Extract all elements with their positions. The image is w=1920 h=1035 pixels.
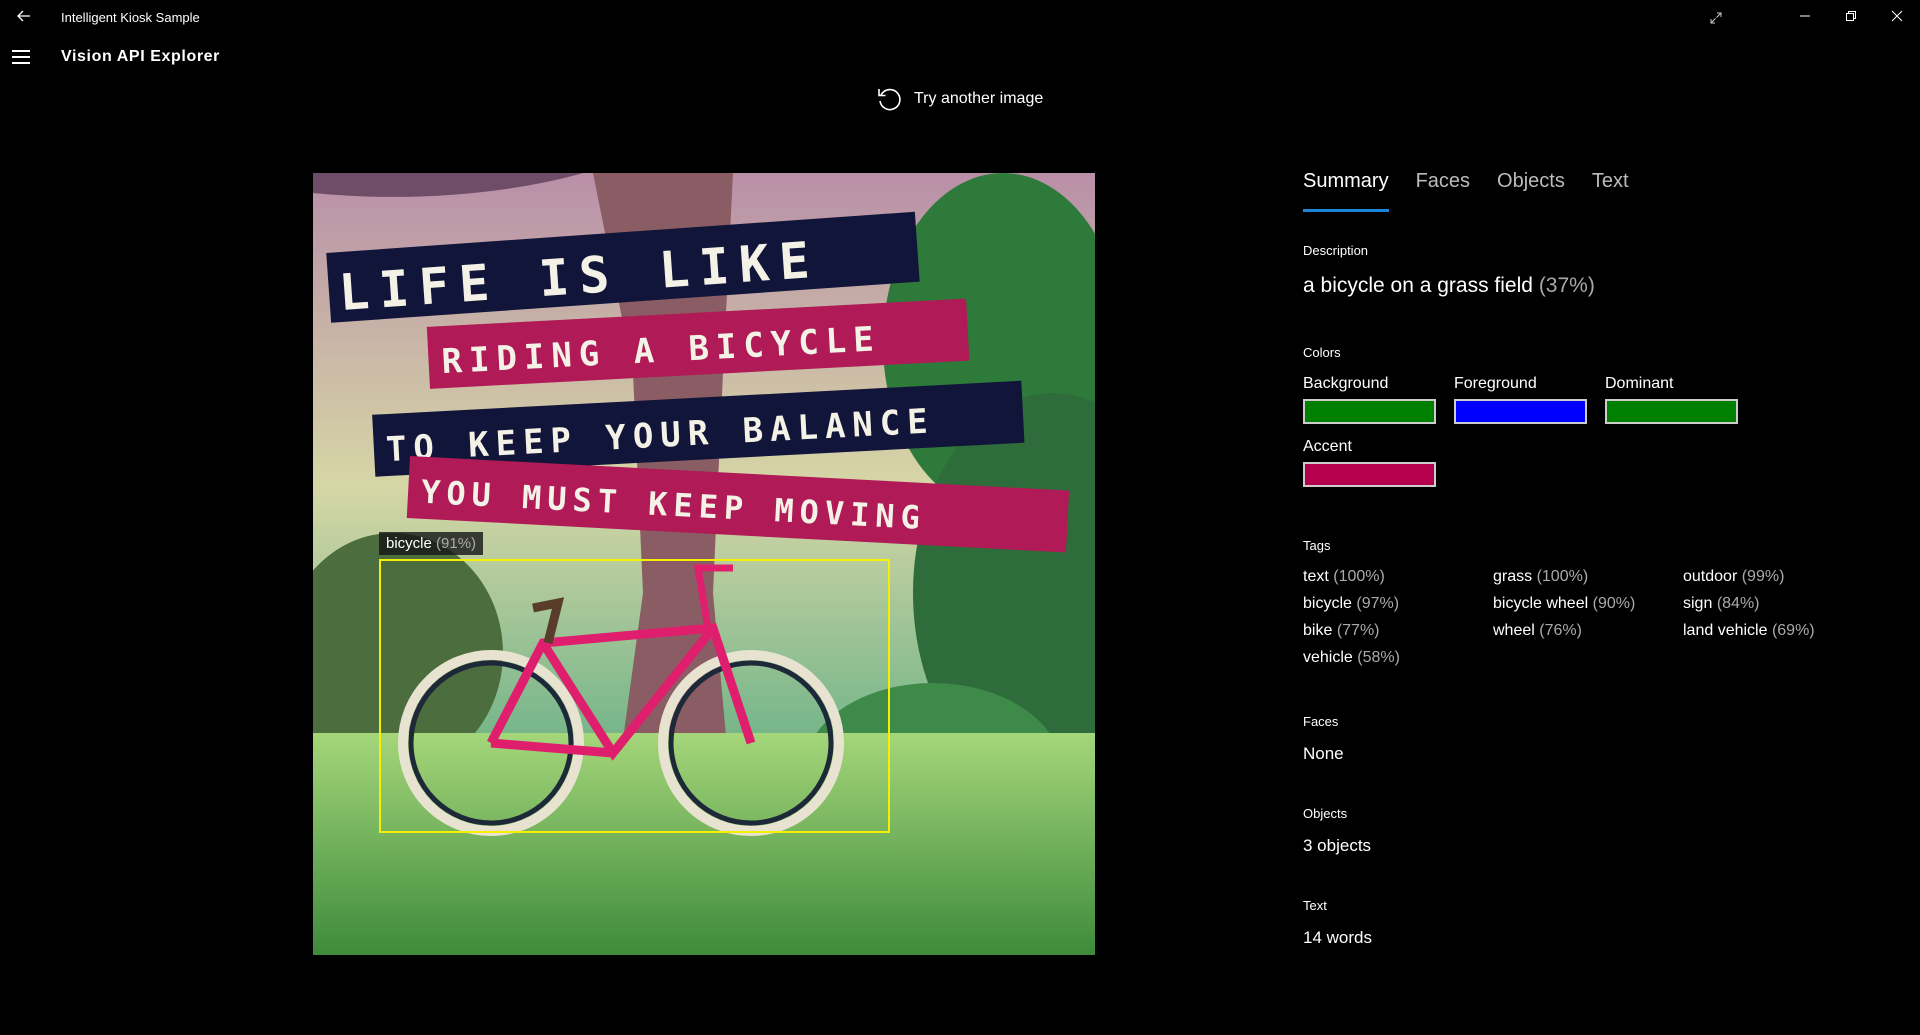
tag-item: text (100%) [1303, 568, 1385, 585]
page-title: Vision API Explorer [61, 48, 221, 65]
color-foreground: Foreground [1454, 375, 1587, 424]
color-background: Background [1303, 375, 1436, 424]
close-button[interactable] [1874, 0, 1920, 32]
refresh-icon [878, 88, 901, 111]
color-swatch [1605, 399, 1738, 424]
tag-item: bicycle wheel (90%) [1493, 595, 1636, 612]
nav-bar: Vision API Explorer [0, 40, 600, 76]
tag-item: bicycle (97%) [1303, 595, 1400, 612]
description-text: a bicycle on a grass field (37%) [1303, 274, 1595, 297]
restore-button[interactable] [1828, 0, 1874, 32]
description-heading: Description [1303, 243, 1369, 258]
window-controls [1782, 0, 1920, 32]
tag-item: grass (100%) [1493, 568, 1589, 585]
tag-item: wheel (76%) [1493, 622, 1582, 639]
restore-icon [1846, 11, 1856, 21]
try-another-image-label: Try another image [914, 90, 1044, 107]
color-swatch [1303, 399, 1436, 424]
color-swatch [1303, 462, 1436, 487]
tag-item: outdoor (99%) [1683, 568, 1785, 585]
results-panel: Summary Faces Objects Text Description a… [1303, 170, 1863, 947]
tag-item: bike (77%) [1303, 622, 1380, 639]
full-screen-button[interactable] [1704, 6, 1728, 30]
minimize-button[interactable] [1782, 0, 1828, 32]
text-heading: Text [1303, 898, 1327, 913]
color-name: Accent [1303, 438, 1352, 455]
tag-item: land vehicle (69%) [1683, 622, 1815, 639]
tab-text[interactable]: Text [1592, 170, 1629, 212]
color-swatch [1454, 399, 1587, 424]
back-button[interactable] [12, 4, 36, 28]
color-name: Background [1303, 375, 1389, 392]
detected-object-label: bicycle (91%) [379, 532, 484, 555]
tag-item: vehicle (58%) [1303, 649, 1400, 666]
expand-icon [1710, 12, 1722, 24]
faces-value: None [1303, 744, 1344, 763]
hamburger-menu-icon[interactable] [12, 50, 32, 66]
objects-value: 3 objects [1303, 836, 1372, 855]
detected-object-box[interactable] [379, 559, 890, 833]
color-name: Dominant [1605, 375, 1674, 392]
minimize-icon [1800, 15, 1810, 17]
results-tabs: Summary Faces Objects Text [1303, 170, 1863, 212]
tab-faces[interactable]: Faces [1416, 170, 1470, 212]
try-another-image-button[interactable]: Try another image [876, 86, 1043, 112]
faces-heading: Faces [1303, 714, 1339, 729]
title-bar: Intelligent Kiosk Sample [0, 0, 1920, 36]
close-icon [1891, 10, 1903, 22]
app-title: Intelligent Kiosk Sample [61, 10, 200, 25]
colors-heading: Colors [1303, 345, 1341, 360]
tags-heading: Tags [1303, 538, 1331, 553]
color-dominant: Dominant [1605, 375, 1738, 424]
tag-item: sign (84%) [1683, 595, 1760, 612]
color-name: Foreground [1454, 375, 1537, 392]
text-value: 14 words [1303, 928, 1372, 947]
tab-objects[interactable]: Objects [1497, 170, 1565, 212]
color-accent: Accent [1303, 438, 1436, 487]
back-arrow-icon [17, 10, 30, 22]
analyzed-image: LIFE IS LIKE RIDING A BICYCLE TO KEEP YO… [313, 173, 1095, 955]
objects-heading: Objects [1303, 806, 1348, 821]
tab-summary[interactable]: Summary [1303, 170, 1389, 212]
